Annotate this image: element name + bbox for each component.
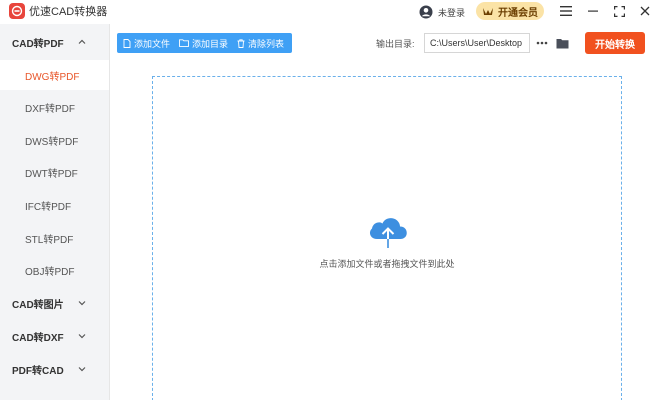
sidebar-item-label: IFC转PDF: [25, 201, 72, 213]
sidebar-item-dws-to-pdf[interactable]: DWS转PDF: [0, 125, 109, 155]
sidebar-item-dwt-to-pdf[interactable]: DWT转PDF: [0, 157, 109, 187]
sidebar: CAD转PDF DWG转PDF DXF转PDF DWS转PDF DWT转PDF …: [0, 24, 110, 400]
clear-list-label: 清除列表: [248, 38, 285, 49]
clear-list-button[interactable]: 清除列表: [237, 33, 284, 53]
sidebar-item-label: DWS转PDF: [25, 136, 79, 148]
minimize-button[interactable]: [585, 3, 601, 19]
add-file-button[interactable]: 添加文件: [123, 33, 170, 53]
chevron-up-icon: [78, 39, 86, 44]
sidebar-item-label: DWT转PDF: [25, 168, 78, 180]
output-dir-label: 输出目录:: [376, 39, 415, 49]
open-output-folder-button[interactable]: [555, 35, 569, 51]
vip-crown-icon: [483, 8, 493, 15]
sidebar-item-label: DXF转PDF: [25, 103, 75, 115]
open-vip-button[interactable]: 开通会员: [476, 2, 544, 20]
fullscreen-icon: [613, 5, 625, 17]
folder-icon: [179, 39, 189, 47]
sidebar-group-cad-to-dxf[interactable]: CAD转DXF: [0, 319, 109, 353]
sidebar-item-ifc-to-pdf[interactable]: IFC转PDF: [0, 190, 109, 220]
app-title: 优速CAD转换器: [29, 6, 108, 18]
start-convert-button[interactable]: 开始转换: [585, 32, 645, 54]
sidebar-item-dwg-to-pdf[interactable]: DWG转PDF: [0, 60, 109, 90]
sidebar-group-pdf-to-cad[interactable]: PDF转CAD: [0, 352, 109, 386]
app-logo-icon: [9, 3, 25, 19]
sidebar-group-cad-to-image[interactable]: CAD转图片: [0, 286, 109, 320]
sidebar-item-obj-to-pdf[interactable]: OBJ转PDF: [0, 255, 109, 285]
sidebar-group-label: PDF转CAD: [12, 365, 64, 377]
sidebar-item-dxf-to-pdf[interactable]: DXF转PDF: [0, 92, 109, 122]
trash-icon: [237, 38, 245, 48]
browse-more-button[interactable]: [535, 35, 549, 51]
sidebar-item-label: STL转PDF: [25, 234, 74, 246]
menu-icon: [560, 6, 572, 16]
login-button[interactable]: 未登录: [419, 3, 465, 21]
file-icon: [123, 38, 131, 48]
sidebar-group-cad-to-pdf[interactable]: CAD转PDF: [0, 25, 109, 59]
drop-hint-text: 点击添加文件或者拖拽文件到此处: [319, 259, 455, 269]
sidebar-item-label: OBJ转PDF: [25, 266, 75, 278]
more-dots-icon: [536, 41, 548, 45]
chevron-down-icon: [78, 301, 86, 306]
sidebar-group-label: CAD转DXF: [12, 332, 64, 344]
file-toolbar: 添加文件 添加目录 清除列表: [117, 33, 292, 53]
chevron-down-icon: [78, 367, 86, 372]
close-icon: [640, 6, 650, 16]
login-status-label: 未登录: [438, 7, 466, 18]
sidebar-group-label: CAD转图片: [12, 299, 64, 311]
sidebar-item-label: DWG转PDF: [25, 71, 80, 83]
fullscreen-button[interactable]: [611, 3, 627, 19]
file-drop-zone[interactable]: 点击添加文件或者拖拽文件到此处: [152, 76, 622, 400]
title-bar: 优速CAD转换器 未登录 开通会员: [0, 0, 662, 24]
add-folder-label: 添加目录: [192, 38, 229, 49]
vip-label: 开通会员: [498, 7, 538, 19]
menu-button[interactable]: [558, 3, 574, 19]
cloud-upload-icon: [369, 218, 407, 248]
close-button[interactable]: [637, 3, 653, 19]
sidebar-item-stl-to-pdf[interactable]: STL转PDF: [0, 223, 109, 253]
output-dir-field[interactable]: C:\Users\User\Desktop: [424, 33, 530, 53]
user-icon: [419, 5, 433, 19]
chevron-down-icon: [78, 334, 86, 339]
sidebar-group-label: CAD转PDF: [12, 38, 64, 50]
minimize-icon: [588, 10, 598, 12]
add-folder-button[interactable]: 添加目录: [179, 33, 228, 53]
folder-icon: [556, 38, 568, 48]
add-file-label: 添加文件: [134, 38, 171, 49]
